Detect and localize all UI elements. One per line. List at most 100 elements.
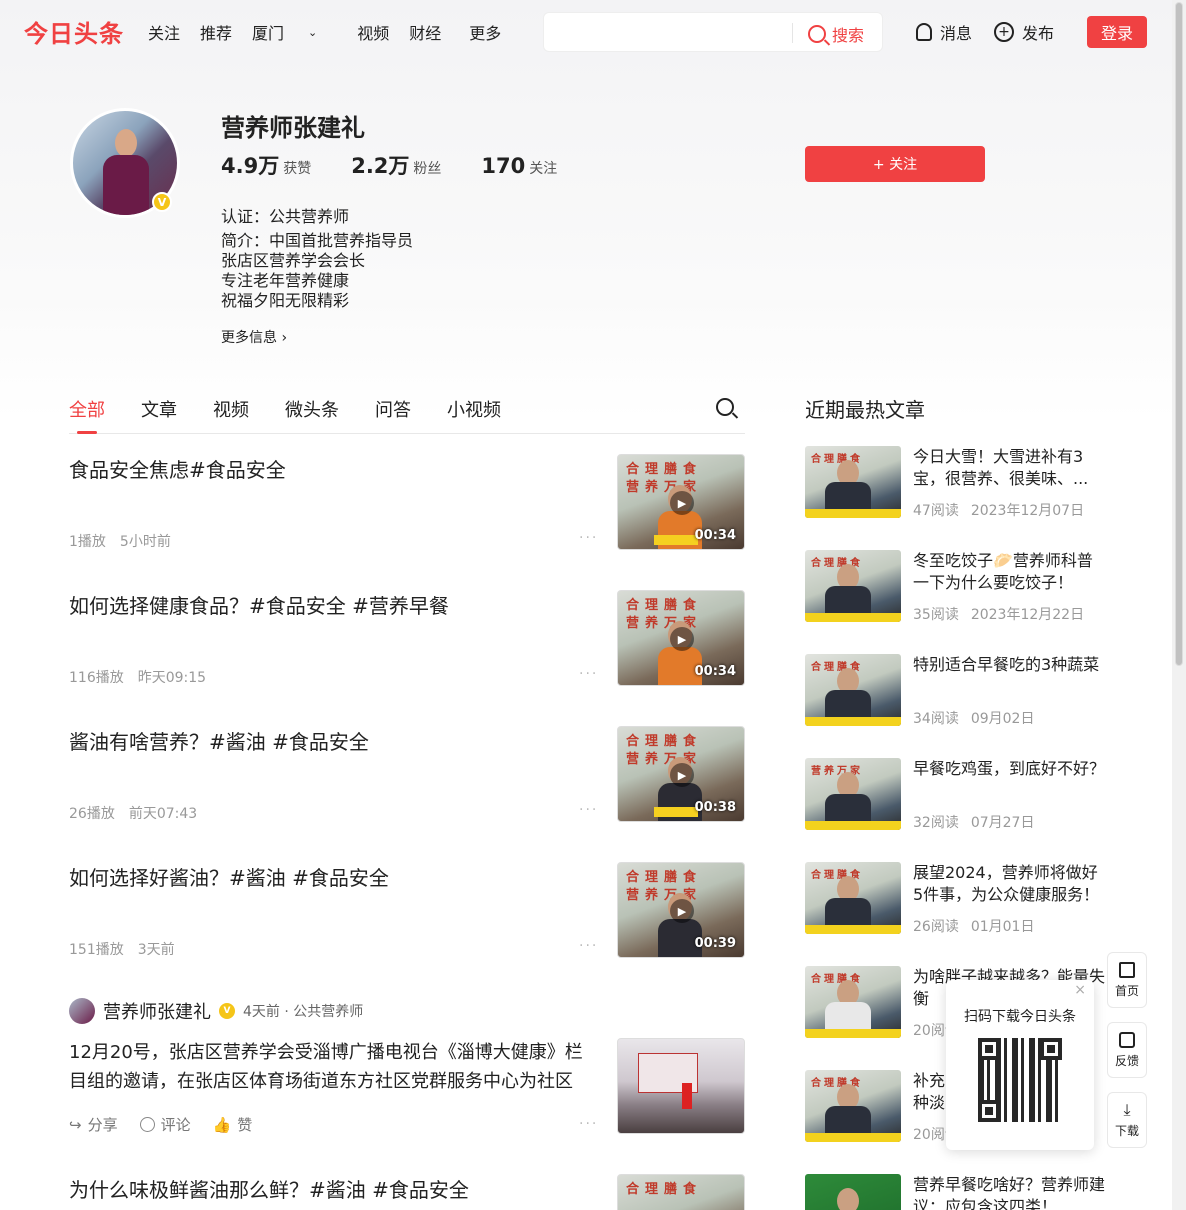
thumbs-up-icon: 👍 [212, 1115, 232, 1134]
plus-circle-icon: + [994, 22, 1015, 42]
article-title[interactable]: 今日大雪！大雪进补有3宝，很营养、很美味、... [913, 446, 1105, 490]
sidebar-article[interactable]: 合理膳食 今日大雪！大雪进补有3宝，很营养、很美味、... 47阅读 2023年1… [805, 446, 1105, 519]
article-thumbnail[interactable]: 合理膳食 [805, 446, 901, 518]
read-count: 35阅读 [913, 607, 959, 623]
scrollbar-thumb[interactable] [1175, 2, 1183, 666]
sidebar-article[interactable]: 营养早餐吃啥好？营养师建议：应包含这四类！ [805, 1174, 1105, 1210]
bio-line: 祝福夕阳无限精彩 [221, 291, 350, 310]
feed-item[interactable]: 为什么味极鲜酱油那么鲜？#酱油 #食品安全 合理膳食 [69, 1174, 745, 1210]
tab-micro[interactable]: 微头条 [285, 396, 339, 422]
close-icon[interactable]: × [1074, 982, 1086, 998]
nav-item-follow[interactable]: 关注 [148, 20, 180, 44]
post-actions: ↪ 分享 评论 👍 赞 [69, 1114, 252, 1135]
search-input[interactable] [554, 21, 784, 45]
comment-button[interactable]: 评论 [139, 1114, 191, 1135]
sidebar-article[interactable]: 合理膳食 展望2024，营养师将做好5件事，为公众健康服务！ 26阅读 01月01… [805, 862, 1105, 935]
article-thumbnail[interactable]: 合理膳食 [805, 966, 901, 1038]
tab-all[interactable]: 全部 [69, 396, 105, 422]
messages-button[interactable]: 消息 [916, 20, 972, 44]
nav-item-city[interactable]: 厦门 ⌄ [252, 20, 337, 44]
search-button[interactable]: 搜索 [808, 22, 864, 46]
feed-item[interactable]: 如何选择健康食品？#食品安全 #营养早餐 116播放 昨天09:15 ··· 合理… [69, 590, 745, 686]
feed-item[interactable]: 食品安全焦虑#食品安全 1播放 5小时前 ··· 合理膳食 营养万家 ▶ 00:34 [69, 454, 745, 550]
nav-item-recommend[interactable]: 推荐 [200, 20, 232, 44]
article-title[interactable]: 补充种淡 [913, 1070, 945, 1114]
more-options-icon[interactable]: ··· [579, 802, 598, 818]
video-duration: 00:34 [694, 664, 736, 679]
tab-qa[interactable]: 问答 [375, 396, 411, 422]
post-text[interactable]: 12月20号，张店区营养学会受淄博广播电视台《淄博大健康》栏目组的邀请，在张店区… [69, 1038, 597, 1096]
more-options-icon[interactable]: ··· [579, 1116, 598, 1132]
article-title[interactable]: 早餐吃鸡蛋，到底好不好？ [913, 758, 1105, 780]
video-thumbnail[interactable]: 合理膳食 营养万家 ▶ 00:34 [617, 454, 745, 550]
sidebar-article[interactable]: 合理膳食 特别适合早餐吃的3种蔬菜 34阅读 09月02日 [805, 654, 1105, 728]
avatar[interactable] [69, 998, 95, 1024]
site-logo[interactable]: 今日头条 [24, 14, 124, 49]
stat-fans[interactable]: 2.2万 粉丝 [351, 150, 441, 180]
follow-button[interactable]: + 关注 [805, 146, 985, 182]
tab-short-video[interactable]: 小视频 [447, 396, 501, 422]
article-title[interactable]: 冬至吃饺子🥟营养师科普一下为什么要吃饺子！ [913, 550, 1105, 594]
feed-item[interactable]: 如何选择好酱油？#酱油 #食品安全 151播放 3天前 ··· 合理膳食 营养万家 … [69, 862, 745, 958]
article-title[interactable]: 特别适合早餐吃的3种蔬菜 [913, 654, 1105, 676]
play-icon: ▶ [670, 491, 694, 515]
feed-meta: 116播放 昨天09:15 [69, 667, 220, 687]
post-image[interactable] [617, 1038, 745, 1134]
more-options-icon[interactable]: ··· [579, 530, 598, 546]
download-float-button[interactable]: ⤓ 下载 [1107, 1092, 1147, 1148]
feed-item[interactable]: 酱油有啥营养？#酱油 #食品安全 26播放 前天07:43 ··· 合理膳食 营养万… [69, 726, 745, 822]
tab-articles[interactable]: 文章 [141, 396, 177, 422]
article-date: 2023年12月07日 [970, 503, 1085, 519]
article-date: 07月27日 [970, 815, 1035, 831]
feedback-float-button[interactable]: 反馈 [1107, 1022, 1147, 1078]
bio-line: 简介：中国首批营养指导员 [221, 231, 414, 250]
stat-following[interactable]: 170 关注 [481, 154, 557, 178]
post-author-name[interactable]: 营养师张建礼 [103, 998, 211, 1024]
publish-button[interactable]: + 发布 [994, 20, 1054, 44]
post-author[interactable]: 营养师张建礼 V 4天前 · 公共营养师 [69, 998, 363, 1024]
more-options-icon[interactable]: ··· [579, 938, 598, 954]
page-scrollbar[interactable] [1172, 0, 1186, 1210]
feed-title[interactable]: 如何选择健康食品？#食品安全 #营养早餐 [69, 590, 589, 619]
feed-title[interactable]: 如何选择好酱油？#酱油 #食品安全 [69, 862, 589, 891]
stat-following-label: 关注 [529, 161, 558, 177]
article-thumbnail[interactable]: 合理膳食 [805, 1070, 901, 1142]
stat-likes-value: 4.9万 [221, 154, 280, 178]
more-info-link[interactable]: 更多信息 › [221, 327, 287, 347]
feed-title[interactable]: 酱油有啥营养？#酱油 #食品安全 [69, 726, 589, 755]
sidebar-article[interactable]: 营养万家 早餐吃鸡蛋，到底好不好？ 32阅读 07月27日 [805, 758, 1105, 831]
article-thumbnail[interactable]: 合理膳食 [805, 654, 901, 726]
article-thumbnail[interactable] [805, 1174, 901, 1210]
publish-time: 前天07:43 [128, 806, 198, 822]
tab-videos[interactable]: 视频 [213, 396, 249, 422]
qr-popup-title: 扫码下载今日头条 [964, 1009, 1076, 1025]
article-title[interactable]: 展望2024，营养师将做好5件事，为公众健康服务！ [913, 862, 1105, 906]
video-thumbnail[interactable]: 合理膳食 营养万家 ▶ 00:34 [617, 590, 745, 686]
sidebar-article[interactable]: 合理膳食 冬至吃饺子🥟营养师科普一下为什么要吃饺子！ 35阅读 2023年12月2… [805, 550, 1105, 623]
verified-badge-icon: V [152, 192, 172, 212]
search-icon[interactable] [716, 398, 734, 416]
article-thumbnail[interactable]: 合理膳食 [805, 862, 901, 934]
feed-title[interactable]: 为什么味极鲜酱油那么鲜？#酱油 #食品安全 [69, 1174, 589, 1203]
play-count: 116播放 [69, 670, 124, 686]
article-thumbnail[interactable]: 营养万家 [805, 758, 901, 830]
login-button[interactable]: 登录 [1087, 16, 1147, 48]
article-date: 09月02日 [970, 711, 1035, 727]
nav-item-finance[interactable]: 财经 [409, 20, 441, 44]
video-thumbnail[interactable]: 合理膳食 营养万家 ▶ 00:38 [617, 726, 745, 822]
share-button[interactable]: ↪ 分享 [69, 1114, 118, 1135]
nav-item-more[interactable]: 更多 [469, 20, 501, 44]
article-thumbnail[interactable]: 合理膳食 [805, 550, 901, 622]
video-thumbnail[interactable]: 合理膳食 [617, 1174, 745, 1210]
more-options-icon[interactable]: ··· [579, 666, 598, 682]
publish-time: 5小时前 [119, 534, 171, 550]
article-title[interactable]: 营养早餐吃啥好？营养师建议：应包含这四类！ [913, 1174, 1105, 1210]
article-meta: 34阅读 09月02日 [913, 708, 1046, 728]
home-float-button[interactable]: 首页 [1107, 952, 1147, 1008]
sidebar-title: 近期最热文章 [805, 398, 925, 422]
profile-bio: 简介：中国首批营养指导员 张店区营养学会会长 专注老年营养健康 祝福夕阳无限精彩 [221, 231, 413, 311]
like-button[interactable]: 👍 赞 [213, 1114, 253, 1135]
nav-item-video[interactable]: 视频 [357, 20, 389, 44]
feed-title[interactable]: 食品安全焦虑#食品安全 [69, 454, 589, 483]
video-thumbnail[interactable]: 合理膳食 营养万家 ▶ 00:39 [617, 862, 745, 958]
